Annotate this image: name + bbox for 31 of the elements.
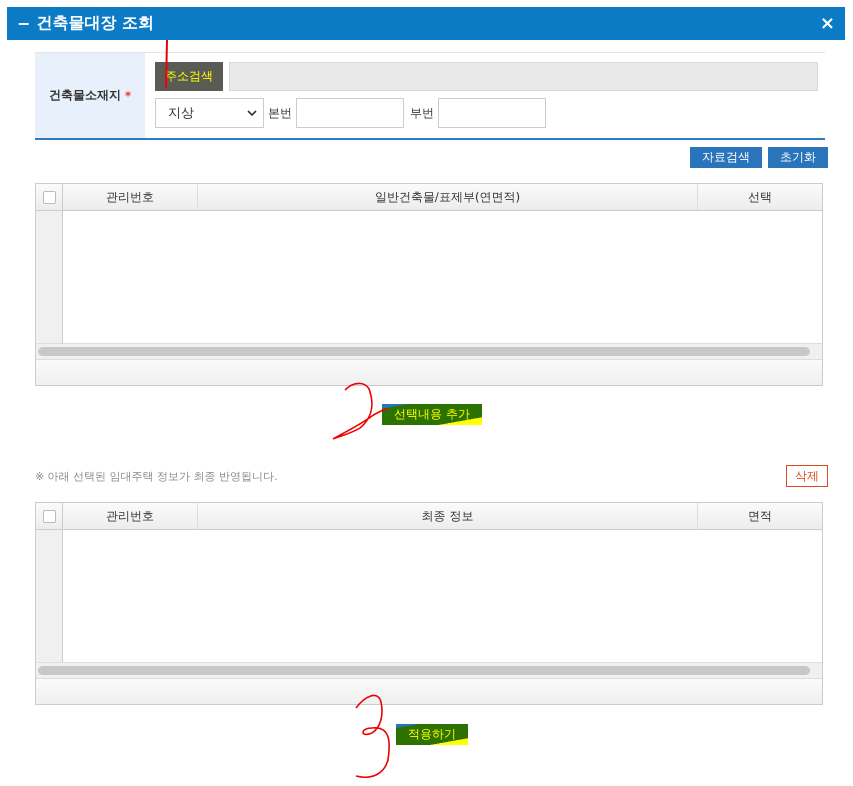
field-label: 건축물소재지 <box>48 87 121 104</box>
column-header: 관리번호 <box>63 184 198 210</box>
sub-number-label: 부번 <box>410 104 434 122</box>
pen-stroke-line <box>165 40 168 88</box>
main-number-label: 본번 <box>268 104 292 122</box>
land-type-select[interactable]: 지상 <box>155 98 264 128</box>
required-mark: * <box>124 88 132 102</box>
horizontal-scrollbar[interactable] <box>36 662 822 678</box>
window-title: 건축물대장 조회 <box>36 13 154 34</box>
handwritten-two-drawing <box>332 382 388 440</box>
search-action-button[interactable]: 자료검색 <box>690 147 762 168</box>
column-header: 일반건축물/표제부(연면적) <box>198 184 698 210</box>
select-all-checkbox[interactable] <box>42 510 56 522</box>
sub-number-field[interactable] <box>438 98 546 128</box>
collapse-icon[interactable]: − <box>17 14 30 33</box>
caret-icon <box>247 110 257 116</box>
close-button[interactable]: × <box>820 13 835 34</box>
column-header: 관리번호 <box>63 503 198 529</box>
apply-button[interactable]: 적용하기 <box>396 724 468 745</box>
horizontal-scrollbar[interactable] <box>36 343 822 359</box>
notice-text: ※ 아래 선택된 임대주택 정보가 최종 반영됩니다. <box>35 468 278 484</box>
select-all-checkbox[interactable] <box>42 190 56 204</box>
main-number-field[interactable] <box>296 98 404 128</box>
address-field[interactable] <box>229 62 818 91</box>
address-search-button[interactable]: 주소검색 <box>155 62 223 91</box>
add-selected-button[interactable]: 선택내용 추가 <box>382 404 482 425</box>
delete-button[interactable]: 삭제 <box>786 465 828 487</box>
column-header: 면적 <box>747 508 773 524</box>
search-action-button[interactable]: 초기화 <box>768 147 828 168</box>
column-header: 선택 <box>747 188 773 206</box>
column-header: 최종 정보 <box>198 503 698 529</box>
